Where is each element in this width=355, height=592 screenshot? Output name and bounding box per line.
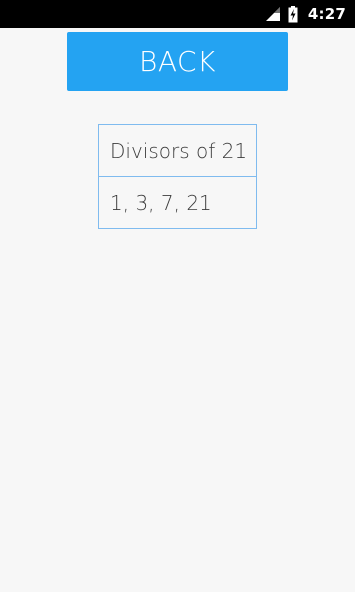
- signal-icon: [265, 7, 280, 21]
- status-icons: 4:27: [265, 0, 346, 28]
- back-button[interactable]: BACK: [67, 32, 288, 91]
- clock: 4:27: [307, 5, 346, 23]
- divisors-value: 1, 3, 7, 21: [99, 176, 256, 228]
- status-bar: 4:27: [0, 0, 355, 28]
- battery-charging-icon: [288, 5, 298, 23]
- divisors-title: Divisors of 21: [110, 138, 248, 163]
- divisors-table: Divisors of 21 1, 3, 7, 21: [98, 124, 257, 229]
